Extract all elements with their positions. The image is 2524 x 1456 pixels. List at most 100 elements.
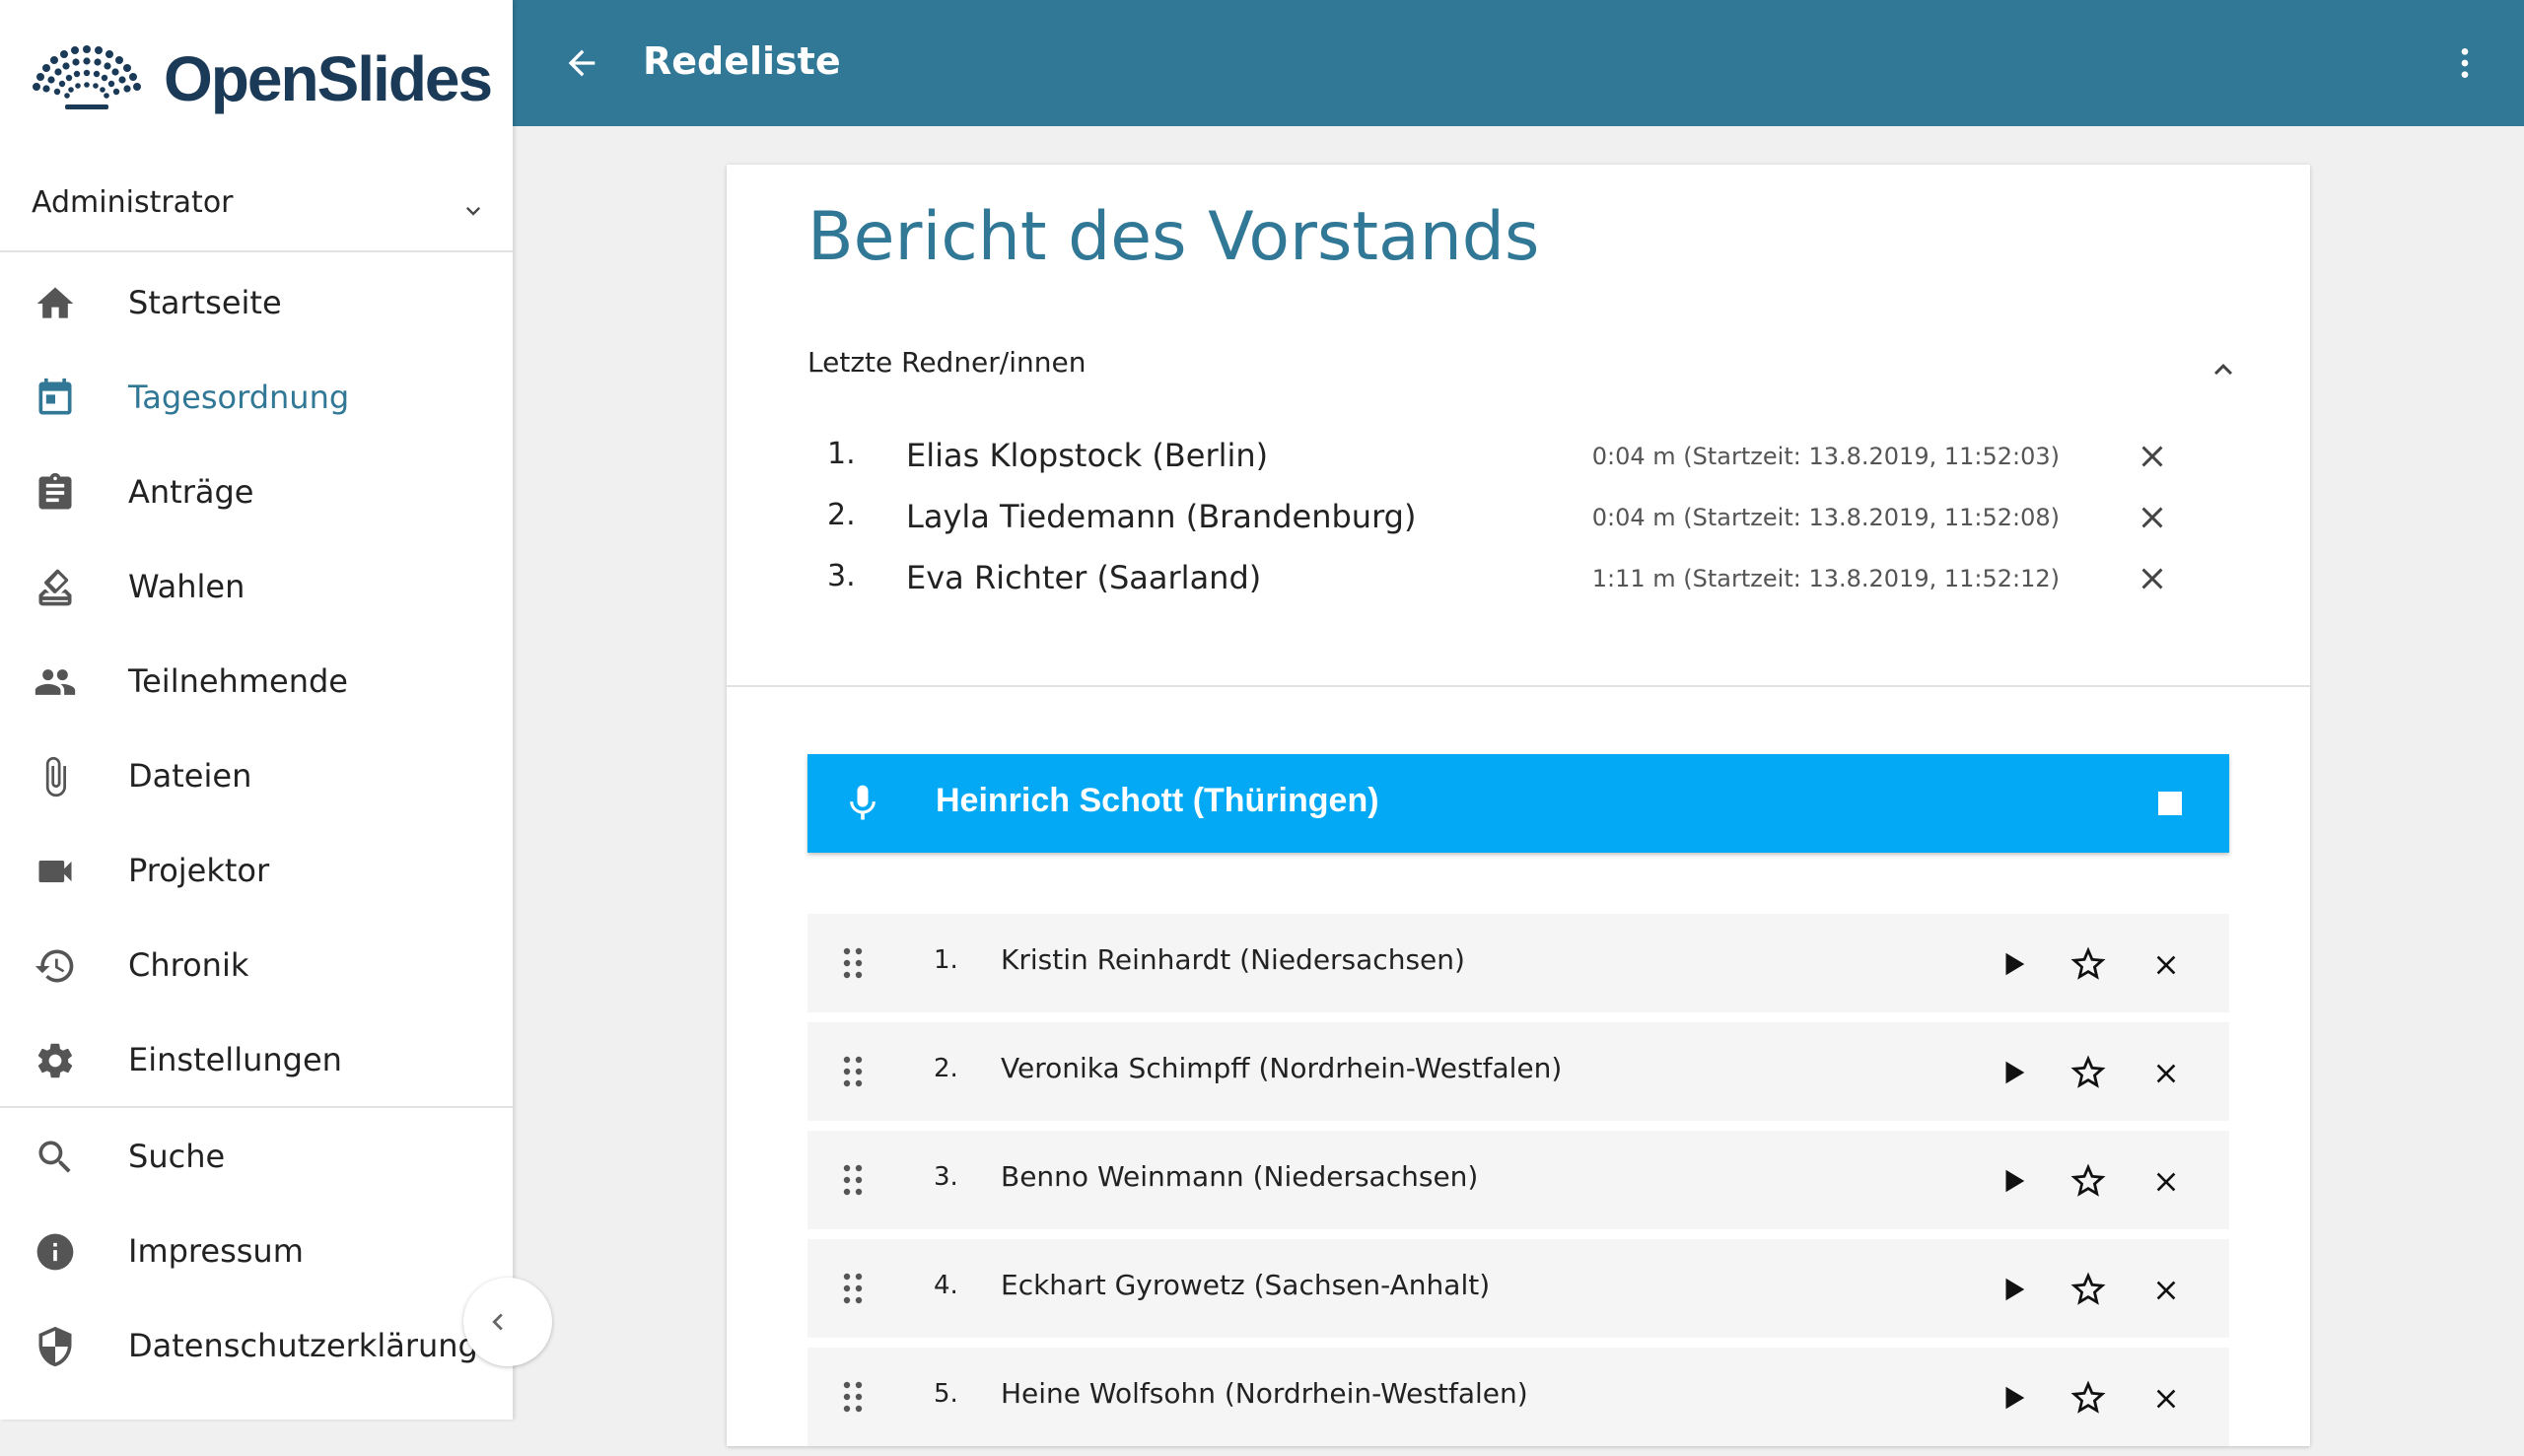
- clipboard-icon: [38, 472, 72, 510]
- secondary-nav: Suche Impressum Datenschutzerklärung: [0, 1108, 513, 1392]
- queue-row: 5. Heine Wolfsohn (Nordrhein-Westfalen): [807, 1348, 2229, 1446]
- speaker-name: Layla Tiedemann (Brandenburg): [906, 498, 1417, 535]
- agenda-item-title: Bericht des Vorstands: [807, 198, 1540, 276]
- drag-handle-icon[interactable]: [841, 1271, 865, 1306]
- star-outline-icon[interactable]: [2068, 1052, 2109, 1093]
- speaker-duration: 1:11 m (Startzeit: 13.8.2019, 11:52:12): [1591, 565, 2060, 592]
- last-speakers-list: 1. Elias Klopstock (Berlin) 0:04 m (Star…: [807, 429, 2227, 612]
- play-icon[interactable]: [1998, 1383, 2028, 1413]
- nav-label: Einstellungen: [128, 1041, 342, 1078]
- info-icon: [36, 1233, 74, 1271]
- last-speaker-row: 3. Eva Richter (Saarland) 1:11 m (Startz…: [807, 551, 2227, 612]
- star-outline-icon[interactable]: [2068, 1269, 2109, 1310]
- page-title: Redeliste: [643, 39, 841, 83]
- mic-icon: [850, 785, 876, 820]
- drag-handle-icon[interactable]: [841, 1054, 865, 1089]
- nav-label: Projektor: [128, 852, 270, 889]
- queue-row: 4. Eckhart Gyrowetz (Sachsen-Anhalt): [807, 1239, 2229, 1338]
- queue-number: 4.: [934, 1271, 958, 1300]
- nav-label: Anträge: [128, 473, 254, 511]
- nav-label: Suche: [128, 1138, 226, 1175]
- nav-label: Dateien: [128, 757, 252, 795]
- nav-item-einstellungen[interactable]: Einstellungen: [0, 1011, 513, 1106]
- queue-speaker-name: Veronika Schimpff (Nordrhein-Westfalen): [1001, 1052, 1563, 1084]
- chevron-up-icon[interactable]: [2206, 352, 2241, 387]
- speaker-name: Eva Richter (Saarland): [906, 559, 1262, 596]
- nav-label: Tagesordnung: [128, 379, 350, 416]
- main-nav: Startseite Tagesordnung Anträge Wahlen T…: [0, 254, 513, 1106]
- gear-icon: [37, 1043, 73, 1078]
- drag-handle-icon[interactable]: [841, 945, 865, 981]
- nav-item-impressum[interactable]: Impressum: [0, 1203, 513, 1297]
- nav-item-datenschutz[interactable]: Datenschutzerklärung: [0, 1297, 513, 1392]
- play-icon[interactable]: [1998, 949, 2028, 979]
- paperclip-icon: [45, 756, 66, 797]
- nav-item-wahlen[interactable]: Wahlen: [0, 538, 513, 633]
- close-icon[interactable]: [2150, 1058, 2182, 1089]
- queue-number: 3.: [934, 1162, 958, 1192]
- nav-item-startseite[interactable]: Startseite: [0, 254, 513, 349]
- queue-speaker-name: Benno Weinmann (Niedersachsen): [1001, 1160, 1479, 1193]
- nav-label: Wahlen: [128, 568, 245, 605]
- videocam-icon: [38, 861, 72, 882]
- drag-handle-icon[interactable]: [841, 1379, 865, 1415]
- sidenav: OpenSlides Administrator Startseite Tage…: [0, 0, 513, 1420]
- speaker-queue: 1. Kristin Reinhardt (Niedersachsen) 2. …: [807, 914, 2229, 1456]
- more-vert-icon[interactable]: [2445, 43, 2485, 83]
- nav-label: Teilnehmende: [128, 662, 348, 700]
- close-icon[interactable]: [2135, 500, 2170, 535]
- close-icon[interactable]: [2150, 949, 2182, 981]
- speaker-number: 1.: [827, 437, 856, 471]
- close-icon[interactable]: [2150, 1383, 2182, 1415]
- close-icon[interactable]: [2150, 1275, 2182, 1306]
- logo-icon: [33, 45, 141, 109]
- speaker-list-card: Bericht des Vorstands Letzte Redner/inne…: [727, 165, 2310, 1446]
- collapse-sidebar-button[interactable]: [463, 1278, 552, 1366]
- back-arrow-icon[interactable]: [562, 43, 601, 83]
- speaker-name: Elias Klopstock (Berlin): [906, 437, 1269, 474]
- current-speaker-bar: Heinrich Schott (Thüringen): [807, 754, 2229, 853]
- nav-item-antraege[interactable]: Anträge: [0, 444, 513, 538]
- queue-speaker-name: Heine Wolfsohn (Nordrhein-Westfalen): [1001, 1377, 1528, 1410]
- queue-number: 5.: [934, 1379, 958, 1409]
- nav-item-teilnehmende[interactable]: Teilnehmende: [0, 633, 513, 728]
- queue-number: 2.: [934, 1054, 958, 1083]
- nav-item-projektor[interactable]: Projektor: [0, 822, 513, 917]
- last-speakers-label[interactable]: Letzte Redner/innen: [807, 346, 1086, 379]
- card-divider: [727, 685, 2310, 687]
- star-outline-icon[interactable]: [2068, 1160, 2109, 1202]
- nav-label: Impressum: [128, 1232, 304, 1270]
- app-name: OpenSlides: [164, 43, 493, 114]
- chevron-left-icon: [492, 1313, 503, 1331]
- ballot-icon: [38, 569, 72, 606]
- star-outline-icon[interactable]: [2068, 943, 2109, 985]
- queue-number: 1.: [934, 945, 958, 975]
- app-logo[interactable]: OpenSlides: [32, 39, 493, 118]
- queue-speaker-name: Eckhart Gyrowetz (Sachsen-Anhalt): [1001, 1269, 1491, 1301]
- nav-label: Datenschutzerklärung: [128, 1327, 478, 1364]
- nav-item-tagesordnung[interactable]: Tagesordnung: [0, 349, 513, 444]
- close-icon[interactable]: [2135, 439, 2170, 474]
- last-speaker-row: 2. Layla Tiedemann (Brandenburg) 0:04 m …: [807, 490, 2227, 551]
- queue-row: 1. Kristin Reinhardt (Niedersachsen): [807, 914, 2229, 1012]
- drag-handle-icon[interactable]: [841, 1162, 865, 1198]
- stop-speech-button[interactable]: [2158, 792, 2182, 815]
- play-icon[interactable]: [1998, 1058, 2028, 1087]
- nav-item-dateien[interactable]: Dateien: [0, 728, 513, 822]
- last-speaker-row: 1. Elias Klopstock (Berlin) 0:04 m (Star…: [807, 429, 2227, 490]
- play-icon[interactable]: [1998, 1275, 2028, 1304]
- star-outline-icon[interactable]: [2068, 1377, 2109, 1419]
- speaker-duration: 0:04 m (Startzeit: 13.8.2019, 11:52:03): [1591, 443, 2060, 470]
- nav-item-suche[interactable]: Suche: [0, 1108, 513, 1203]
- queue-speaker-name: Kristin Reinhardt (Niedersachsen): [1001, 943, 1465, 976]
- user-menu[interactable]: Administrator: [0, 168, 513, 252]
- history-icon: [35, 949, 74, 983]
- play-icon[interactable]: [1998, 1166, 2028, 1196]
- top-toolbar: Redeliste: [513, 0, 2524, 126]
- calendar-icon: [38, 378, 72, 415]
- nav-item-chronik[interactable]: Chronik: [0, 917, 513, 1011]
- queue-row: 3. Benno Weinmann (Niedersachsen): [807, 1131, 2229, 1229]
- close-icon[interactable]: [2150, 1166, 2182, 1198]
- close-icon[interactable]: [2135, 561, 2170, 596]
- current-speaker-name: Heinrich Schott (Thüringen): [936, 782, 1379, 819]
